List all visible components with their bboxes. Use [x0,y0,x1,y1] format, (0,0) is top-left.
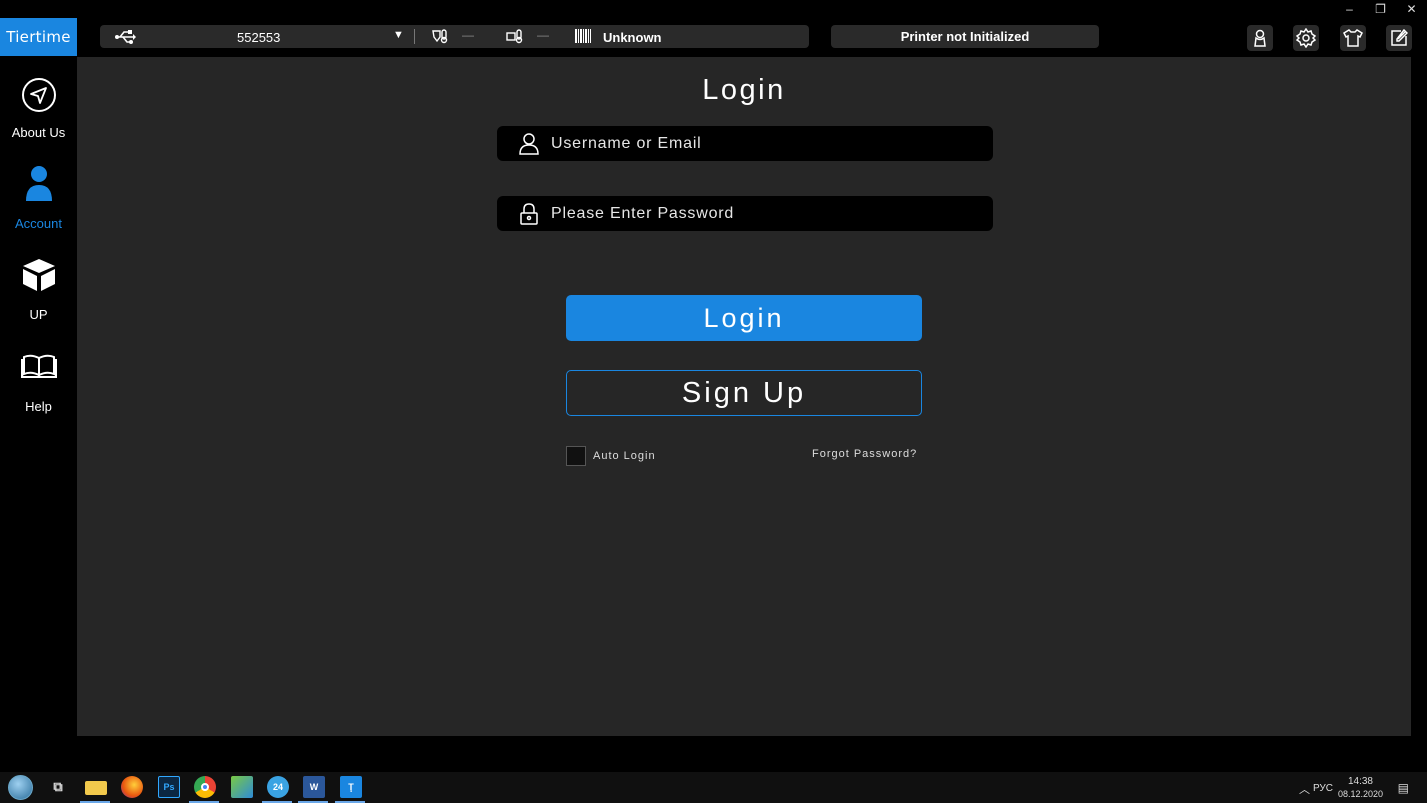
notifications-icon[interactable]: ▤ [1398,781,1409,795]
minimize-button[interactable]: – [1334,0,1365,17]
book-icon [20,354,57,378]
navigate-icon [21,78,56,112]
checkbox-box[interactable] [566,446,586,466]
bed-temp-value: — [537,28,549,42]
clock-time[interactable]: 14:38 [1348,776,1373,787]
material-label: Unknown [603,30,662,45]
username-field [497,126,993,161]
bed-temp-icon [506,28,524,47]
forgot-password-link[interactable]: Forgot Password? [812,448,917,460]
language-indicator[interactable]: РУС [1313,783,1333,794]
chrome-icon[interactable] [194,776,216,798]
settings-app-icon[interactable] [231,776,253,798]
person-icon [25,166,52,201]
sidebar-item-label: Help [25,399,52,414]
sidebar-item-label: About Us [11,125,66,140]
edit-icon[interactable] [1386,25,1412,51]
sidebar-item-account[interactable]: Account [0,165,77,231]
password-field [497,196,993,231]
settings-icon[interactable] [1293,25,1319,51]
sidebar-item-help[interactable]: Help [0,353,77,414]
printer-status: Printer not Initialized [831,25,1099,48]
printer-bar: 552553 ▼ — — Unknown [100,25,809,48]
lock-icon [520,202,538,225]
sidebar-item-label: UP [29,307,48,322]
printer-id[interactable]: 552553 [237,30,280,45]
restore-button[interactable]: ❐ [1365,0,1396,17]
sign-up-button[interactable]: Sign Up [566,370,922,416]
sidebar-item-up[interactable]: UP [0,257,77,322]
password-input[interactable] [551,204,971,223]
photoshop-icon[interactable]: Ps [158,776,180,798]
nozzle-temp-icon [431,28,449,47]
taskbar: ⧉ Ps 24 W Ţ ︿ РУС 14:38 08.12.2020 ▤ [0,772,1427,803]
sidebar-item-about-us[interactable]: About Us [0,77,77,140]
clock-date[interactable]: 08.12.2020 [1338,789,1383,799]
nozzle-temp-value: — [462,28,474,42]
sidebar-item-label: Account [15,216,62,231]
auto-login-checkbox[interactable]: Auto Login [566,446,656,466]
cube-icon [22,259,55,291]
tshirt-icon[interactable] [1340,25,1366,51]
app-logo: Tiertime [0,18,77,56]
divider [414,29,415,44]
start-icon[interactable] [8,775,33,800]
username-input[interactable] [551,134,971,153]
close-button[interactable]: ✕ [1396,0,1427,17]
login-button[interactable]: Login [566,295,922,341]
word-icon[interactable]: W [303,776,325,798]
user-icon [519,132,539,155]
chevron-down-icon[interactable]: ▼ [393,29,404,41]
up-studio-icon[interactable]: Ţ [340,776,362,798]
auto-login-label: Auto Login [593,450,656,462]
firefox-icon[interactable] [121,776,143,798]
usb-icon [114,28,136,49]
page-title: Login [702,74,786,106]
window-controls: – ❐ ✕ [1334,0,1427,17]
file-explorer-icon[interactable] [85,781,107,795]
account-icon[interactable] [1247,25,1273,51]
task-view-icon[interactable]: ⧉ [47,776,69,798]
app-24-icon[interactable]: 24 [267,776,289,798]
chevron-up-icon[interactable]: ︿ [1299,781,1310,797]
barcode-icon [575,28,591,47]
login-panel: Login Login Sign Up Auto Login Forgot Pa… [77,57,1411,736]
